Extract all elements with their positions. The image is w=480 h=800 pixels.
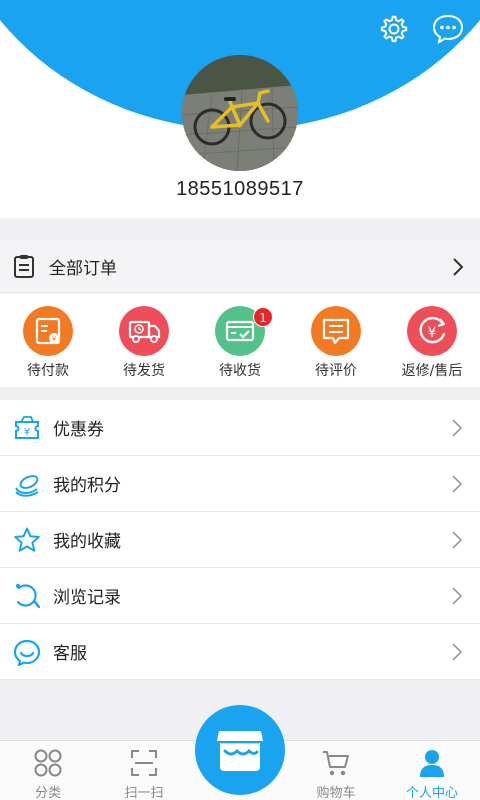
- status-to-review[interactable]: 待评价: [288, 294, 384, 387]
- tab-profile[interactable]: 个人中心: [384, 741, 480, 800]
- chevron-right-icon: [452, 475, 462, 493]
- svg-text:¥: ¥: [24, 427, 30, 438]
- svg-text:¥: ¥: [428, 325, 437, 341]
- chevron-right-icon: [452, 587, 462, 605]
- avatar-bicycle-photo: [182, 55, 298, 171]
- status-to-ship[interactable]: 待发货: [96, 294, 192, 387]
- status-badge: 1: [253, 307, 273, 327]
- category-icon: [34, 749, 62, 777]
- profile-header: 18551089517: [0, 0, 480, 218]
- refund-icon: ¥: [407, 306, 457, 356]
- chevron-right-icon: [452, 643, 462, 661]
- menu-item-customer-service[interactable]: 客服: [0, 624, 480, 680]
- star-icon: [14, 527, 40, 552]
- tab-scan[interactable]: 扫一扫: [96, 741, 192, 800]
- status-after-sales[interactable]: ¥ 返修/售后: [384, 294, 480, 387]
- cart-icon: [323, 751, 349, 776]
- all-orders-label: 全部订单: [49, 258, 117, 279]
- coupon-icon: ¥: [15, 415, 39, 439]
- chevron-right-icon: [452, 419, 462, 437]
- svg-text:¥: ¥: [52, 335, 57, 343]
- menu-label: 我的收藏: [53, 532, 121, 552]
- avatar[interactable]: [182, 55, 298, 171]
- tab-label: 购物车: [316, 786, 356, 800]
- comment-icon: [311, 306, 361, 356]
- person-icon: [420, 750, 444, 777]
- chevron-right-icon: [453, 258, 464, 276]
- points-icon: [15, 474, 39, 497]
- all-orders-row[interactable]: 全部订单: [0, 240, 480, 293]
- menu-item-history[interactable]: 浏览记录: [0, 568, 480, 624]
- scan-icon: [131, 750, 157, 776]
- store-icon: [217, 731, 263, 771]
- tab-cart[interactable]: 购物车: [288, 741, 384, 800]
- chevron-right-icon: [452, 531, 462, 549]
- settings-button[interactable]: [377, 12, 411, 46]
- status-label: 待发货: [123, 363, 165, 379]
- menu-label: 客服: [53, 644, 87, 664]
- menu-item-coupons[interactable]: ¥ 优惠券: [0, 400, 480, 456]
- message-button[interactable]: [431, 12, 465, 46]
- tab-label: 分类: [34, 786, 61, 800]
- customer-service-icon: [13, 639, 41, 666]
- status-label: 返修/售后: [401, 363, 463, 379]
- tab-store-center-button[interactable]: [195, 705, 285, 795]
- clipboard-icon: [14, 255, 34, 278]
- user-phone: 18551089517: [176, 178, 304, 200]
- chat-bubble-icon: [432, 14, 464, 44]
- menu-label: 我的积分: [53, 476, 121, 496]
- tab-category[interactable]: 分类: [0, 741, 96, 800]
- wallet-icon: ¥: [23, 306, 73, 356]
- tab-label: 扫一扫: [124, 786, 164, 800]
- tab-label: 个人中心: [405, 786, 458, 800]
- truck-icon: [119, 306, 169, 356]
- status-label: 待收货: [219, 363, 261, 379]
- status-label: 待评价: [315, 363, 357, 379]
- menu-label: 优惠券: [53, 420, 104, 440]
- gear-icon: [380, 15, 408, 43]
- menu-list: ¥ 优惠券 我的积分 我的收藏 浏览记录 客服: [0, 400, 480, 680]
- status-to-receive[interactable]: 1 待收货: [192, 294, 288, 387]
- order-status-row: ¥ 待付款 待发货 1 待收货 待评价 ¥ 返修/售后: [0, 294, 480, 387]
- status-label: 待付款: [27, 363, 69, 379]
- menu-item-points[interactable]: 我的积分: [0, 456, 480, 512]
- menu-label: 浏览记录: [53, 588, 121, 608]
- history-icon: [15, 583, 41, 608]
- status-pending-payment[interactable]: ¥ 待付款: [0, 294, 96, 387]
- menu-item-favorites[interactable]: 我的收藏: [0, 512, 480, 568]
